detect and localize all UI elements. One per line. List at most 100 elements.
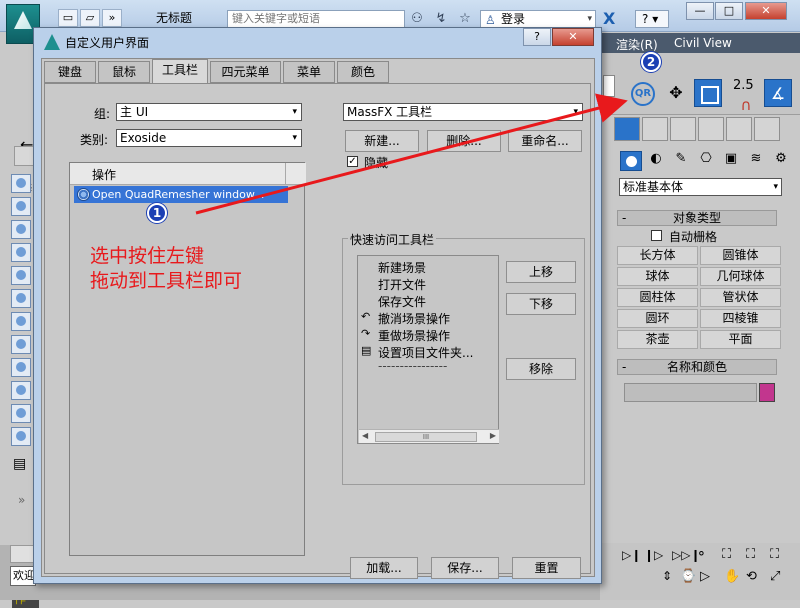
display-tab-icon[interactable] (726, 117, 752, 141)
play-icon[interactable]: ▷❙ (622, 548, 641, 562)
scroll-right-icon[interactable]: ▶ (490, 431, 496, 440)
minimize-button[interactable]: — (686, 2, 714, 20)
spacewarps-icon[interactable]: ≋ (745, 151, 767, 171)
rename-toolbar-button[interactable]: 重命名... (508, 130, 582, 152)
zoom-all-icon[interactable]: ⛶ (746, 547, 755, 562)
camera-tool-icon[interactable] (11, 243, 31, 262)
name-color-rollout[interactable]: - 名称和颜色 (617, 359, 777, 375)
pan-hand-icon[interactable]: ✋ (724, 569, 740, 584)
helpers-icon[interactable]: ▣ (720, 151, 742, 171)
tab-colors[interactable]: 颜色 (337, 61, 389, 83)
torus-button[interactable]: 圆环 (617, 309, 698, 328)
quick-item[interactable]: 保存文件 (378, 293, 426, 310)
dialog-help-button[interactable]: ? (523, 28, 551, 46)
modify-tab-icon[interactable] (642, 117, 668, 141)
maximize-viewport-icon[interactable]: ⤢ (770, 569, 780, 584)
save-button[interactable]: 保存... (431, 557, 499, 579)
new-toolbar-button[interactable]: 新建... (345, 130, 419, 152)
helper-tool-icon[interactable] (11, 266, 31, 285)
create-tab-icon[interactable] (614, 117, 640, 141)
expand-chevron-icon[interactable]: » (18, 493, 25, 507)
search-input[interactable] (227, 10, 405, 28)
document-icon[interactable]: ▤ (13, 456, 26, 472)
move-up-button[interactable]: 上移 (506, 261, 576, 283)
tab-menus[interactable]: 菜单 (283, 61, 335, 83)
angle-snap-button[interactable]: ∡ (764, 79, 792, 107)
plane-button[interactable]: 平面 (700, 330, 781, 349)
pyramid-button[interactable]: 四棱锥 (700, 309, 781, 328)
modifier-tool-icon[interactable] (11, 335, 31, 354)
geometry-icon[interactable] (620, 151, 642, 171)
systems-icon[interactable]: ⚙ (770, 151, 792, 171)
delete-toolbar-button[interactable]: 删除... (427, 130, 501, 152)
menu-civil-view[interactable]: Civil View (674, 36, 732, 50)
utility-tool-icon[interactable] (11, 427, 31, 446)
dialog-close-button[interactable]: ✕ (552, 28, 594, 46)
tab-mouse[interactable]: 鼠标 (98, 61, 150, 83)
hide-checkbox[interactable]: ✓ (347, 156, 358, 167)
tab-quad-menus[interactable]: 四元菜单 (210, 61, 281, 83)
exchange-x-icon[interactable]: X (603, 10, 621, 28)
teapot-button[interactable]: 茶壶 (617, 330, 698, 349)
action-list[interactable]: 操作 Open QuadRemesher window... (69, 162, 306, 556)
maximize-button[interactable]: □ (715, 2, 743, 20)
spacewarp-tool-icon[interactable] (11, 289, 31, 308)
geosphere-tool-icon[interactable] (11, 197, 31, 216)
key-icon[interactable]: ⚬ (696, 547, 707, 562)
snap-toggle-button[interactable] (694, 79, 722, 107)
category-select[interactable]: Exoside ▾ (116, 129, 302, 147)
binoculars-icon[interactable]: ⚇ (408, 10, 426, 28)
hierarchy-tab-icon[interactable] (670, 117, 696, 141)
quick-access-list[interactable]: 新建场景 打开文件 保存文件 ↶ 撤消场景操作 ↷ 重做场景操作 ▤ 设置项目文件夹.… (357, 255, 499, 444)
sphere-button[interactable]: 球体 (617, 267, 698, 286)
object-type-rollout[interactable]: - 对象类型 (617, 210, 777, 226)
tab-toolbars[interactable]: 工具栏 (152, 59, 208, 84)
field-of-view-icon[interactable]: ▷ (700, 569, 710, 584)
utilities-tab-icon[interactable] (754, 117, 780, 141)
motion-tab-icon[interactable] (698, 117, 724, 141)
move-pivot-icon[interactable]: ✥ (662, 79, 690, 107)
object-name-field[interactable] (624, 383, 757, 402)
quick-item[interactable]: 新建场景 (378, 259, 426, 276)
help-button[interactable]: ? ▾ (635, 10, 669, 28)
time-config-icon[interactable]: ⌚ (680, 569, 696, 584)
load-button[interactable]: 加载... (350, 557, 418, 579)
subscription-icon[interactable]: ↯ (432, 10, 450, 28)
close-window-button[interactable]: ✕ (745, 2, 787, 20)
lights-icon[interactable]: ✎ (670, 151, 692, 171)
cameras-icon[interactable]: ⎔ (695, 151, 717, 171)
next-frame-icon[interactable]: ❙▷ (644, 548, 663, 562)
primitive-category-select[interactable]: 标准基本体 ▾ (619, 178, 782, 196)
quick-item[interactable]: 打开文件 (378, 276, 426, 293)
hand-tool-icon[interactable] (11, 381, 31, 400)
login-dropdown[interactable]: ♙ 登录 ▾ (480, 10, 596, 28)
toolbar-select[interactable]: MassFX 工具栏 ▾ (343, 103, 583, 121)
quick-item-undo[interactable]: ↶ 撤消场景操作 (361, 310, 450, 327)
box-button[interactable]: 长方体 (617, 246, 698, 265)
quick-item-redo[interactable]: ↷ 重做场景操作 (361, 327, 450, 344)
action-row-quadremesher[interactable]: Open QuadRemesher window... (74, 186, 288, 203)
quadremesher-qr-icon[interactable]: QR (631, 82, 655, 106)
tab-keyboard[interactable]: 键盘 (44, 61, 96, 83)
zoom-extents-icon[interactable]: ⛶ (722, 547, 731, 562)
scroll-left-icon[interactable]: ◀ (362, 431, 368, 440)
cone-button[interactable]: 圆锥体 (700, 246, 781, 265)
new-file-icon[interactable]: ▭ (58, 9, 78, 27)
cylinder-button[interactable]: 圆柱体 (617, 288, 698, 307)
render-tool-icon[interactable] (11, 404, 31, 423)
bookmark-icon[interactable] (603, 75, 615, 97)
shapes-icon[interactable]: ◐ (645, 151, 667, 171)
sphere-tool-icon[interactable] (11, 174, 31, 193)
move-down-button[interactable]: 下移 (506, 293, 576, 315)
autogrid-checkbox[interactable] (651, 230, 662, 241)
reset-button[interactable]: 重置 (512, 557, 581, 579)
geosphere-button[interactable]: 几何球体 (700, 267, 781, 286)
fov-icon[interactable]: ⛶ (770, 547, 779, 562)
spline-tool-icon[interactable] (11, 358, 31, 377)
object-color-swatch[interactable] (759, 383, 775, 402)
quick-list-scrollbar[interactable]: ◀ III ▶ (359, 429, 499, 443)
action-list-header[interactable]: 操作 (70, 163, 306, 185)
group-select[interactable]: 主 UI ▾ (116, 103, 302, 121)
light-tool-icon[interactable] (11, 220, 31, 239)
box-tool-icon[interactable] (11, 312, 31, 331)
